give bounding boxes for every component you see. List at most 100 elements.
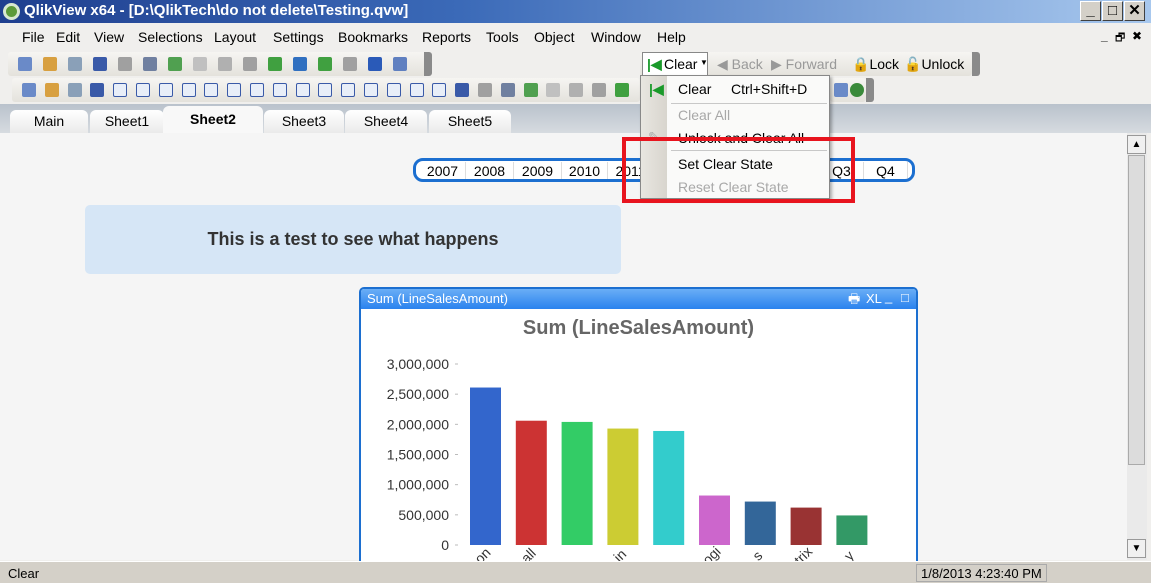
menu-settings[interactable]: Settings xyxy=(273,29,324,45)
listbox-icon[interactable] xyxy=(113,83,128,97)
align-bottom-icon[interactable] xyxy=(592,83,606,97)
bar[interactable] xyxy=(836,515,868,545)
help-icon[interactable] xyxy=(368,57,382,71)
tab-sheet1[interactable]: Sheet1 xyxy=(90,110,164,133)
close-button[interactable]: ✕ xyxy=(1124,1,1145,21)
bar[interactable] xyxy=(470,387,501,545)
chart-object[interactable]: Sum (LineSalesAmount) 🖶 XL _ □ Sum (Line… xyxy=(359,287,918,577)
reload-icon[interactable] xyxy=(68,57,82,71)
redo-icon[interactable] xyxy=(218,57,232,71)
open-icon[interactable] xyxy=(43,57,57,71)
doc-restore-button[interactable]: 🗗 xyxy=(1115,29,1125,48)
button-icon[interactable] xyxy=(272,83,287,97)
menu-view[interactable]: View xyxy=(94,29,124,45)
minimize-button[interactable]: _ xyxy=(1080,1,1101,21)
bar[interactable] xyxy=(653,430,685,545)
tab-sheet4[interactable]: Sheet4 xyxy=(345,110,427,133)
web-view-icon[interactable] xyxy=(850,83,864,97)
clear-dropdown-button[interactable]: |◀ Clear ▼ xyxy=(642,52,708,76)
scroll-down-icon[interactable]: ▼ xyxy=(1127,539,1146,558)
clear-label: Clear xyxy=(664,56,698,72)
print-icon[interactable] xyxy=(118,57,132,71)
input-box-icon[interactable] xyxy=(227,83,242,97)
sheet-right-icon[interactable] xyxy=(67,83,82,97)
listbox-item[interactable]: 2008 xyxy=(466,162,514,179)
listbox-item[interactable]: 2010 xyxy=(562,162,608,179)
forward-button[interactable]: ▶ Forward xyxy=(771,56,837,73)
multibox-icon[interactable] xyxy=(181,83,196,97)
edit-icon[interactable] xyxy=(343,57,357,71)
bookmark-object-icon[interactable] xyxy=(364,83,378,97)
bar[interactable] xyxy=(561,421,593,545)
tab-sheet2[interactable]: Sheet2 xyxy=(163,106,263,133)
back-icon: ◀ xyxy=(717,56,732,72)
menu-item-clear[interactable]: Clear Ctrl+Shift+D xyxy=(678,81,807,97)
menu-window[interactable]: Window xyxy=(591,29,641,45)
bar[interactable] xyxy=(515,420,547,545)
menu-edit[interactable]: Edit xyxy=(56,29,80,45)
maximize-button[interactable]: □ xyxy=(1102,1,1123,21)
custom-object-icon[interactable] xyxy=(432,83,447,97)
undo-icon[interactable] xyxy=(193,57,207,71)
align-right-icon[interactable] xyxy=(569,83,584,97)
back-button[interactable]: ◀ Back xyxy=(717,56,763,73)
design-toolbar-overflow-button[interactable] xyxy=(866,78,874,102)
nav-toolbar-overflow-button[interactable] xyxy=(972,52,980,76)
context-help-icon[interactable] xyxy=(393,57,407,71)
container-icon[interactable] xyxy=(409,83,424,97)
menu-reports[interactable]: Reports xyxy=(422,29,471,45)
format-painter-icon[interactable] xyxy=(478,83,492,97)
reload-data-icon[interactable] xyxy=(168,57,182,71)
back-label: Back xyxy=(731,56,763,72)
menu-bookmarks[interactable]: Bookmarks xyxy=(338,29,408,45)
search-object-icon[interactable] xyxy=(386,83,401,97)
scroll-up-icon[interactable]: ▲ xyxy=(1127,135,1146,154)
current-selections-icon[interactable] xyxy=(250,83,264,97)
save-icon[interactable] xyxy=(93,57,107,71)
sheet-properties-icon[interactable] xyxy=(90,83,105,97)
current-selections-icon[interactable] xyxy=(268,57,282,71)
menu-file[interactable]: File xyxy=(22,29,45,45)
tab-sheet5[interactable]: Sheet5 xyxy=(429,110,511,133)
align-center-icon[interactable] xyxy=(546,83,561,97)
menu-object[interactable]: Object xyxy=(534,29,574,45)
edit-script-icon[interactable] xyxy=(143,57,157,71)
table-icon[interactable] xyxy=(158,83,173,97)
bar[interactable] xyxy=(744,501,776,545)
lock-button[interactable]: 🔒Lock xyxy=(852,56,899,73)
align-middle-icon[interactable] xyxy=(614,83,629,97)
menu-tools[interactable]: Tools xyxy=(486,29,519,45)
doc-close-button[interactable]: ✖ xyxy=(1132,29,1142,43)
toolbar-overflow-button[interactable] xyxy=(424,52,432,76)
wizard-chart-icon[interactable] xyxy=(293,57,307,71)
new-sheet-icon[interactable] xyxy=(22,83,36,97)
scroll-thumb[interactable] xyxy=(1128,155,1145,465)
bar[interactable] xyxy=(699,495,730,545)
tab-sheet3[interactable]: Sheet3 xyxy=(264,110,344,133)
menu-layout[interactable]: Layout xyxy=(214,29,256,45)
layout-icon[interactable] xyxy=(834,83,848,97)
statistics-icon[interactable] xyxy=(136,83,150,97)
chart-wizard-icon[interactable] xyxy=(455,83,470,97)
text-object-icon[interactable] xyxy=(295,83,310,97)
chart-icon[interactable] xyxy=(204,83,219,97)
menu-selections[interactable]: Selections xyxy=(138,29,203,45)
menu-help[interactable]: Help xyxy=(657,29,686,45)
search-icon[interactable] xyxy=(243,57,257,71)
slider-icon[interactable] xyxy=(341,83,356,97)
tab-main[interactable]: Main xyxy=(10,110,88,133)
line-arrow-icon[interactable] xyxy=(318,83,333,97)
align-left-icon[interactable] xyxy=(523,83,538,97)
bookmark-icon[interactable] xyxy=(318,57,332,71)
listbox-item[interactable]: 2007 xyxy=(420,162,466,179)
bar[interactable] xyxy=(607,428,639,545)
grid-icon[interactable] xyxy=(500,83,515,97)
new-icon[interactable] xyxy=(18,57,32,71)
bar[interactable] xyxy=(790,507,822,545)
unlock-button[interactable]: 🔓Unlock xyxy=(904,56,964,73)
vertical-scrollbar[interactable]: ▲ ▼ xyxy=(1127,133,1147,560)
listbox-item[interactable]: Q4 xyxy=(864,162,908,179)
doc-minimize-button[interactable]: _ xyxy=(1101,29,1108,43)
sheet-left-icon[interactable] xyxy=(44,83,59,97)
listbox-item[interactable]: 2009 xyxy=(514,162,562,179)
